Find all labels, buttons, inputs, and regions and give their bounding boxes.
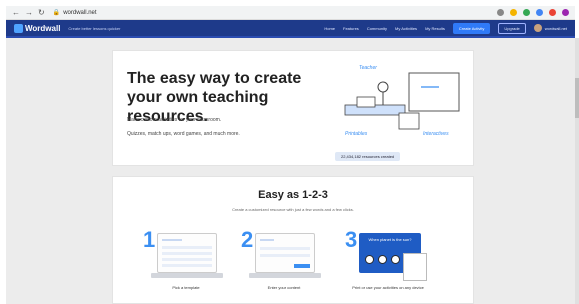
reload-icon[interactable]: ↻ — [38, 8, 45, 17]
browser-nav: ← → ↻ — [6, 8, 45, 17]
step-label: Print or use your activities on any devi… — [352, 285, 424, 290]
hero-subtitle-2: Quizzes, match ups, word games, and much… — [127, 131, 240, 137]
url-text: wordwall.net — [63, 9, 97, 16]
laptop-base — [151, 273, 223, 278]
hero-illustration: Teacher Printables Interactives — [344, 65, 460, 137]
screen-row — [260, 254, 310, 257]
nav-features[interactable]: Features — [343, 26, 359, 31]
page-body: The easy way to create your own teaching… — [6, 38, 575, 304]
step-label: Enter your content — [267, 285, 301, 290]
interactives-label: Interactives — [423, 131, 449, 137]
screen-button — [294, 264, 310, 268]
printables-label: Printables — [345, 131, 368, 137]
page-scrollbar[interactable] — [575, 38, 579, 304]
forward-icon[interactable]: → — [25, 8, 33, 17]
lock-icon: 🔒 — [52, 10, 61, 16]
wordwall-logo-icon — [14, 23, 23, 33]
screen-row — [260, 247, 310, 250]
whiteboard — [408, 72, 460, 112]
avatar — [533, 24, 542, 32]
easy-steps-card: Easy as 1-2-3 Create a customized resour… — [112, 176, 474, 304]
browser-tools — [497, 9, 575, 16]
site-tagline: Create better lessons quicker — [68, 25, 121, 31]
screen-heading — [260, 239, 274, 241]
laptop — [356, 96, 376, 108]
nav-my-activities[interactable]: My Activities — [395, 26, 417, 31]
nav-community[interactable]: Community — [367, 26, 387, 31]
star-icon[interactable] — [510, 9, 517, 16]
address-bar[interactable]: 🔒 wordwall.net — [52, 9, 97, 17]
step-enter-content: 2 Enter your content — [241, 227, 327, 302]
teacher-label: Teacher — [359, 65, 377, 71]
content-screen — [255, 233, 315, 273]
screen-heading — [162, 239, 182, 241]
step-print-or-play: 3 When planet is the sun? Print or use y… — [345, 227, 431, 302]
nav-home[interactable]: Home — [324, 26, 335, 31]
scrollbar-thumb[interactable] — [575, 78, 579, 118]
site-header: Wordwall Create better lessons quicker H… — [6, 20, 575, 38]
account-menu[interactable]: wordwall.net — [533, 24, 575, 32]
template-screen — [157, 233, 217, 273]
step-number: 3 — [345, 227, 358, 252]
hero-card: The easy way to create your own teaching… — [112, 50, 474, 166]
screen-row — [162, 258, 212, 261]
create-activity-button[interactable]: Create Activity — [452, 22, 491, 34]
answer-icon — [365, 255, 374, 264]
header-nav: Home Features Community My Activities My… — [324, 22, 575, 34]
extension-icon[interactable] — [523, 9, 530, 16]
logo-text: Wordwall — [25, 23, 61, 33]
browser-toolbar: ← → ↻ 🔒 wordwall.net — [6, 6, 575, 20]
step-pick-template: 1 Pick a template — [143, 227, 229, 302]
step-label: Pick a template — [172, 285, 200, 290]
puzzle-icon[interactable] — [549, 9, 556, 16]
answer-icon — [391, 255, 400, 264]
quiz-question: When planet is the sun? — [368, 237, 412, 242]
step-number: 2 — [241, 227, 254, 252]
answer-icon — [378, 255, 387, 264]
account-name: wordwall.net — [544, 25, 567, 31]
screen-row — [162, 252, 212, 255]
site-logo[interactable]: Wordwall — [6, 23, 61, 33]
printable-sheet — [403, 253, 427, 281]
printer — [398, 112, 420, 130]
laptop-base — [249, 273, 321, 278]
step-number: 1 — [143, 227, 156, 252]
teacher-head — [377, 81, 389, 93]
resources-counter: 22,434,182 resources created — [335, 152, 401, 161]
shield-icon[interactable] — [536, 9, 543, 16]
screen-row — [162, 264, 212, 267]
hero-subtitle-1: Make custom activities for your classroo… — [127, 117, 222, 123]
nav-my-results[interactable]: My Results — [425, 26, 445, 31]
back-icon[interactable]: ← — [12, 8, 20, 17]
steps-title: Easy as 1-2-3 — [258, 189, 328, 201]
screen-row — [162, 246, 212, 249]
upgrade-button[interactable]: Upgrade — [498, 22, 526, 34]
search-icon[interactable] — [497, 9, 504, 16]
profile-icon[interactable] — [562, 9, 569, 16]
steps-caption: Create a customized resource with just a… — [232, 207, 354, 212]
